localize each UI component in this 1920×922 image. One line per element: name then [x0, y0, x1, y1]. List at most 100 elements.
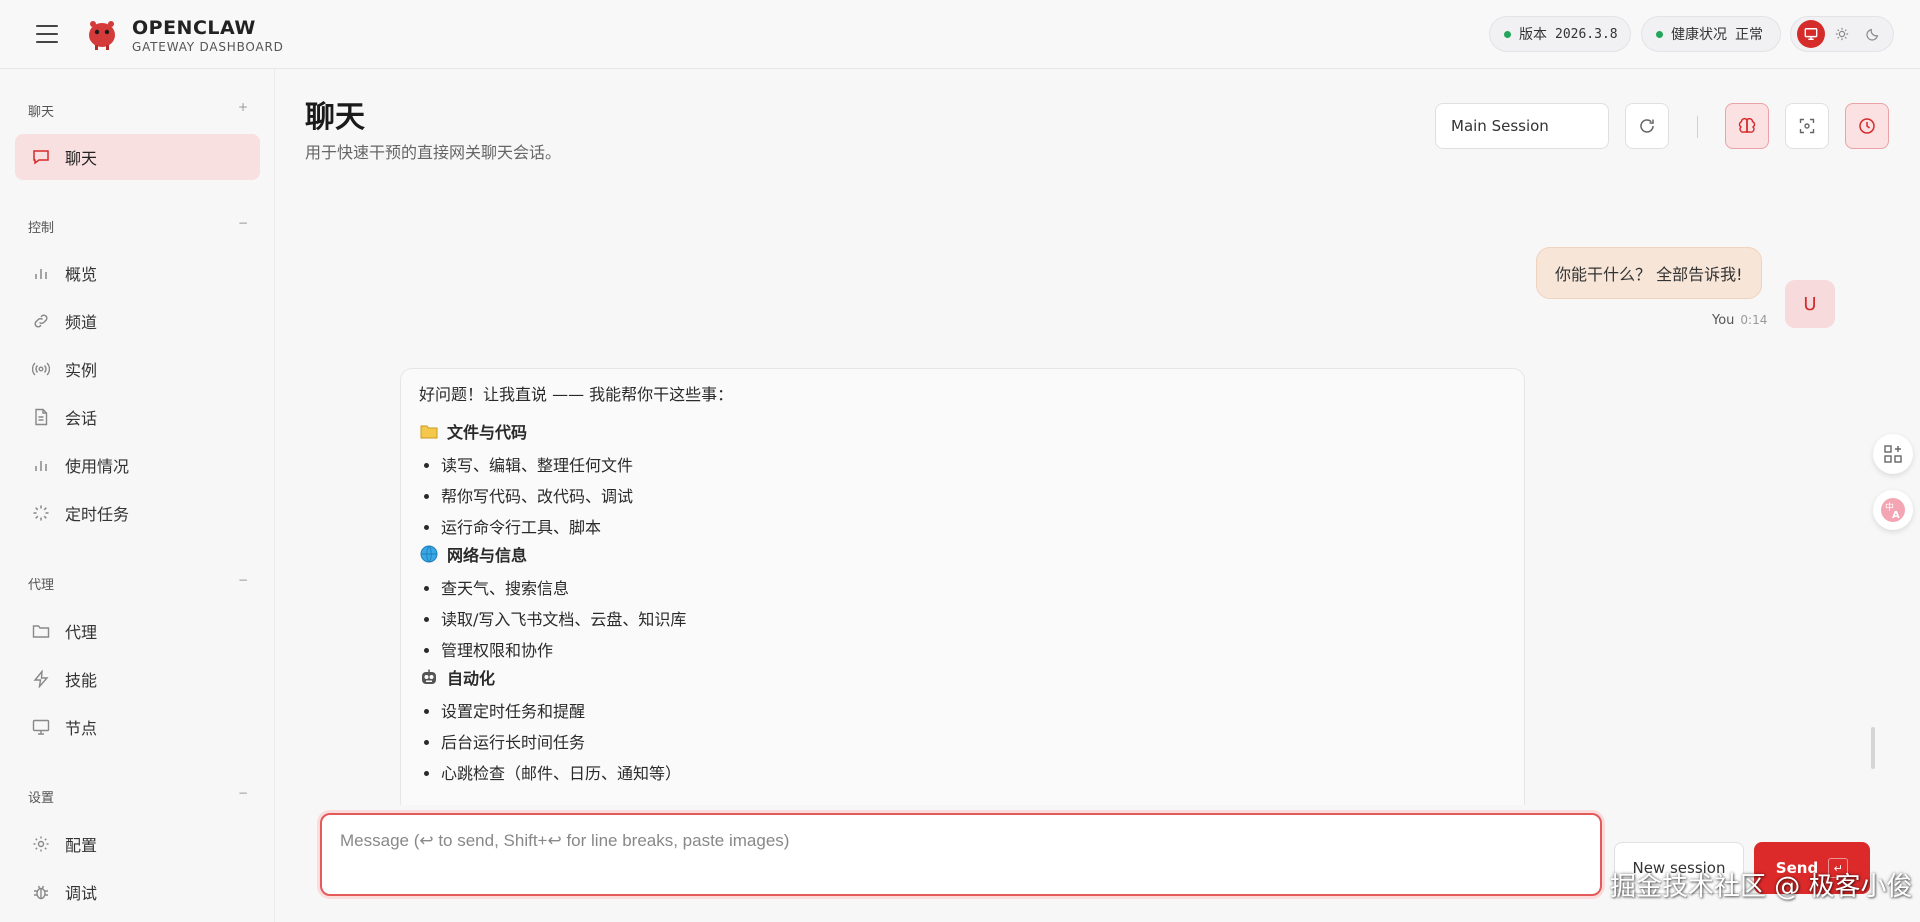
- page-title: 聊天: [305, 100, 365, 135]
- version-badge: 版本 2026.3.8: [1489, 16, 1631, 52]
- list-item: 后台运行长时间任务: [441, 732, 1506, 763]
- history-button[interactable]: [1845, 103, 1889, 149]
- divider: [1697, 116, 1698, 138]
- section-toggle-icon[interactable]: +: [238, 100, 248, 114]
- translate-icon: 中A: [1881, 498, 1905, 522]
- capability-list: 设置定时任务和提醒 后台运行长时间任务 心跳检查（邮件、日历、通知等）: [419, 701, 1506, 794]
- assistant-intro: 好问题！让我直说 —— 我能帮你干这些事：: [419, 385, 734, 404]
- message-meta: You 0:14: [1712, 313, 1767, 328]
- sidebar-item-sessions[interactable]: 会话: [15, 394, 260, 440]
- list-item: 帮你写代码、改代码、调试: [441, 486, 1506, 517]
- globe-emoji-icon: [419, 544, 439, 564]
- list-item: 读写、编辑、整理任何文件: [441, 455, 1506, 486]
- capability-list: 读写、编辑、整理任何文件 帮你写代码、改代码、调试 运行命令行工具、脚本: [419, 455, 1506, 548]
- sender-name: You: [1712, 313, 1735, 328]
- message-composer: [320, 813, 1602, 896]
- theme-switcher: [1790, 16, 1894, 52]
- health-value: 正常: [1735, 27, 1763, 43]
- monitor-icon[interactable]: [1796, 20, 1825, 48]
- thinking-toggle-button[interactable]: [1725, 103, 1769, 149]
- sidebar-item-skills[interactable]: 技能: [15, 656, 260, 702]
- section-toggle-icon[interactable]: −: [238, 216, 248, 230]
- bug-icon: [31, 882, 51, 902]
- user-message-bubble: 你能干什么？ 全部告诉我!: [1536, 247, 1762, 299]
- chat-scrollbar[interactable]: [1871, 727, 1875, 769]
- refresh-button[interactable]: [1625, 103, 1669, 149]
- openclaw-logo-icon: [84, 15, 120, 51]
- section-title-text: 网络与信息: [447, 546, 528, 565]
- sidebar-item-cron[interactable]: 定时任务: [15, 490, 260, 536]
- brand-title: OPENCLAW: [132, 17, 256, 39]
- sidebar-item-agents[interactable]: 代理: [15, 608, 260, 654]
- clock-icon: [1859, 118, 1875, 134]
- sidebar-item-label: 使用情况: [65, 457, 130, 476]
- sidebar-item-usage[interactable]: 使用情况: [15, 442, 260, 488]
- health-badge: 健康状况 正常: [1641, 16, 1781, 52]
- sidebar-item-channels[interactable]: 频道: [15, 298, 260, 344]
- sidebar-section-agents[interactable]: 代理: [28, 574, 54, 593]
- sidebar-item-config[interactable]: 配置: [15, 821, 260, 867]
- menu-icon[interactable]: [36, 25, 58, 43]
- moon-icon[interactable]: [1859, 20, 1887, 48]
- apps-grid-icon: [1884, 445, 1902, 463]
- assistant-section-title: 网络与信息: [419, 542, 1506, 566]
- page-subtitle: 用于快速干预的直接网关聊天会话。: [305, 143, 562, 162]
- capability-list: 查天气、搜索信息 读取/写入飞书文档、云盘、知识库 管理权限和协作: [419, 578, 1506, 671]
- list-item: 设置定时任务和提醒: [441, 701, 1506, 732]
- sidebar-item-label: 概览: [65, 265, 98, 284]
- list-item: 心跳检查（邮件、日历、通知等）: [441, 763, 1506, 794]
- sidebar-item-label: 会话: [65, 409, 98, 428]
- health-label: 健康状况: [1671, 27, 1727, 43]
- status-dot-icon: [1504, 30, 1511, 38]
- gear-icon: [31, 834, 51, 854]
- translate-button[interactable]: 中A: [1873, 490, 1913, 530]
- avatar: U: [1785, 280, 1835, 328]
- section-toggle-icon[interactable]: −: [238, 786, 248, 800]
- sun-icon[interactable]: [1828, 20, 1856, 48]
- message-square-icon: [31, 147, 51, 167]
- sidebar-section-control[interactable]: 控制: [28, 217, 54, 236]
- sidebar-item-label: 代理: [65, 623, 98, 642]
- focus-mode-button[interactable]: [1785, 103, 1829, 149]
- sidebar: 聊天 + 聊天 控制 − 概览 频道 实例 会话 使用情况 定时任务 代理 − …: [0, 69, 275, 922]
- sidebar-section-settings[interactable]: 设置: [28, 787, 54, 806]
- bar-chart-icon: [31, 455, 51, 475]
- message-time: 0:14: [1740, 313, 1768, 327]
- sidebar-item-label: 调试: [65, 884, 98, 903]
- sidebar-item-instances[interactable]: 实例: [15, 346, 260, 392]
- sidebar-item-debug[interactable]: 调试: [15, 869, 260, 915]
- sidebar-item-nodes[interactable]: 节点: [15, 704, 260, 750]
- refresh-icon: [1640, 119, 1654, 133]
- sidebar-item-label: 聊天: [65, 149, 98, 168]
- section-toggle-icon[interactable]: −: [238, 573, 248, 587]
- list-item: 读取/写入飞书文档、云盘、知识库: [441, 609, 1506, 640]
- sidebar-item-label: 定时任务: [65, 505, 130, 524]
- loader-icon: [31, 503, 51, 523]
- version-label: 版本: [1519, 27, 1547, 43]
- folder-icon: [31, 621, 51, 641]
- apps-grid-button[interactable]: [1873, 434, 1913, 474]
- sidebar-item-label: 技能: [65, 671, 98, 690]
- assistant-section-title: 自动化: [419, 665, 1506, 689]
- robot-emoji-icon: [419, 667, 439, 687]
- status-dot-icon: [1656, 30, 1663, 38]
- bar-chart-icon: [31, 263, 51, 283]
- brain-icon: [1738, 117, 1756, 133]
- monitor-icon: [31, 717, 51, 737]
- sidebar-item-chat[interactable]: 聊天: [15, 134, 260, 180]
- top-bar: OPENCLAW GATEWAY DASHBOARD 版本 2026.3.8 健…: [0, 0, 1920, 69]
- message-input[interactable]: [322, 815, 1600, 894]
- sidebar-item-label: 配置: [65, 836, 98, 855]
- brand-subtitle: GATEWAY DASHBOARD: [132, 40, 284, 54]
- session-select[interactable]: Main Session: [1435, 103, 1609, 149]
- sidebar-item-label: 节点: [65, 719, 98, 738]
- section-title-text: 自动化: [447, 669, 496, 688]
- sidebar-item-label: 实例: [65, 361, 98, 380]
- link-icon: [31, 311, 51, 331]
- sidebar-section-chat[interactable]: 聊天: [28, 101, 54, 120]
- chat-thread: 你能干什么？ 全部告诉我! U You 0:14 好问题！让我直说 —— 我能帮你…: [275, 170, 1875, 805]
- zap-icon: [31, 669, 51, 689]
- folder-emoji-icon: [419, 421, 439, 441]
- file-text-icon: [31, 407, 51, 427]
- sidebar-item-overview[interactable]: 概览: [15, 250, 260, 296]
